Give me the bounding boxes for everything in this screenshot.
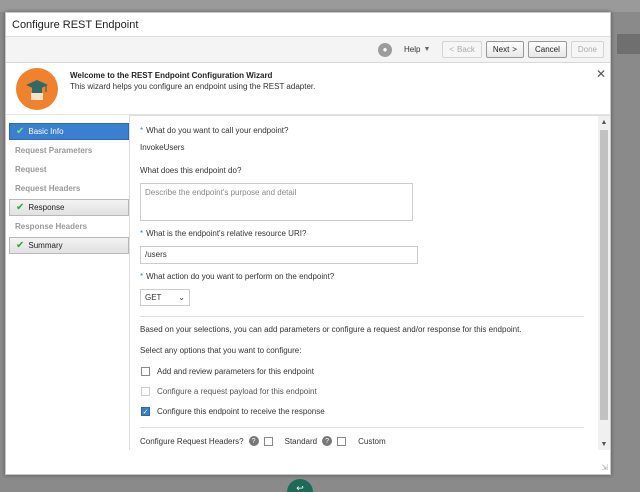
resource-uri-input[interactable]: /users: [140, 246, 418, 264]
nav-item-label: Request: [15, 165, 47, 174]
checkbox[interactable]: ✓: [141, 407, 150, 416]
option-configure-response[interactable]: ✓ Configure this endpoint to receive the…: [140, 407, 584, 416]
nav-item-label: Request Headers: [15, 184, 81, 193]
back-button[interactable]: < Back: [442, 41, 482, 58]
nav-item-label: Summary: [28, 241, 63, 250]
nav-item-request-headers: Request Headers: [9, 180, 129, 197]
request-headers-row: Configure Request Headers? ? Standard ? …: [140, 436, 584, 446]
done-button[interactable]: Done: [570, 41, 604, 58]
form-panel: * What do you want to call your endpoint?…: [129, 115, 610, 450]
nav-item-response[interactable]: ✔ Response: [9, 199, 129, 216]
nav-item-request: Request: [9, 161, 129, 178]
name-question-text: What do you want to call your endpoint?: [146, 126, 289, 135]
scroll-up-icon[interactable]: ▲: [598, 116, 610, 128]
dialog-titlebar: Configure REST Endpoint: [6, 13, 610, 37]
desc-question: What does this endpoint do?: [140, 166, 242, 175]
vertical-scrollbar[interactable]: ▲ ▼: [598, 116, 610, 450]
option-add-parameters[interactable]: Add and review parameters for this endpo…: [140, 367, 584, 376]
nav-item-summary[interactable]: ✔ Summary: [9, 237, 129, 254]
standard-checkbox[interactable]: [263, 436, 273, 446]
nav-item-label: Response: [28, 203, 65, 212]
select-options-text: Select any options that you want to conf…: [140, 346, 302, 355]
help-menu[interactable]: Help ▼: [404, 45, 430, 54]
action-question: * What action do you want to perform on t…: [140, 272, 584, 281]
option-label: Add and review parameters for this endpo…: [157, 367, 314, 376]
headers-label: Configure Request Headers?: [140, 436, 244, 446]
section-divider: [140, 316, 584, 317]
required-icon: *: [140, 272, 144, 281]
banner-subtext: This wizard helps you configure an endpo…: [70, 82, 316, 91]
required-icon: *: [140, 126, 144, 135]
graduate-icon: [16, 68, 58, 110]
wizard-body: ✔ Basic Info Request Parameters Request …: [6, 115, 610, 450]
name-question: * What do you want to call your endpoint?: [140, 126, 584, 135]
scroll-down-icon[interactable]: ▼: [598, 438, 610, 450]
question-icon[interactable]: ?: [248, 436, 259, 446]
chevron-left-icon: <: [449, 45, 455, 54]
banner-heading: Welcome to the REST Endpoint Configurati…: [70, 71, 273, 80]
back-button-label: Back: [457, 45, 475, 54]
nav-item-basic-info[interactable]: ✔ Basic Info: [9, 123, 129, 140]
nav-item-label: Response Headers: [15, 222, 88, 231]
chevron-right-icon: >: [512, 45, 517, 54]
section-divider: [140, 427, 584, 428]
next-button-label: Next: [492, 45, 510, 54]
configure-rest-endpoint-dialog: Configure REST Endpoint ● Help ▼ < Back …: [5, 12, 611, 475]
custom-label: Custom: [358, 436, 386, 446]
standard-label: Standard: [284, 436, 318, 446]
endpoint-name-value[interactable]: InvokeUsers: [140, 143, 584, 152]
nav-item-request-parameters: Request Parameters: [9, 142, 129, 159]
description-textarea[interactable]: Describe the endpoint's purpose and deta…: [140, 183, 413, 221]
option-label: Configure a request payload for this end…: [157, 387, 317, 396]
background-panel: [617, 34, 640, 54]
option-configure-request[interactable]: Configure a request payload for this end…: [140, 387, 584, 396]
wizard-nav: ✔ Basic Info Request Parameters Request …: [6, 115, 129, 450]
option-label: Configure this endpoint to receive the r…: [157, 407, 325, 416]
uri-question: * What is the endpoint's relative resourc…: [140, 229, 584, 238]
nav-item-response-headers: Response Headers: [9, 218, 129, 235]
wizard-banner: Welcome to the REST Endpoint Configurati…: [6, 63, 610, 115]
action-select[interactable]: GET ⌄: [140, 289, 190, 306]
user-help-icon[interactable]: ●: [377, 42, 392, 57]
scrollbar-thumb[interactable]: [600, 130, 608, 420]
chevron-down-icon: ⌄: [178, 293, 185, 302]
nav-item-label: Request Parameters: [15, 146, 93, 155]
return-icon[interactable]: ↩: [287, 479, 313, 492]
close-icon[interactable]: ✕: [596, 67, 606, 81]
required-icon: *: [140, 229, 144, 238]
action-question-text: What action do you want to perform on th…: [146, 272, 335, 281]
custom-checkbox[interactable]: [337, 436, 347, 446]
cancel-button[interactable]: Cancel: [527, 41, 567, 58]
info-text: Based on your selections, you can add pa…: [140, 325, 522, 334]
question-icon[interactable]: ?: [322, 436, 333, 446]
wizard-toolbar: ● Help ▼ < Back Next > Cancel Done: [6, 37, 610, 63]
help-menu-label: Help: [403, 45, 421, 54]
checkbox[interactable]: [141, 367, 150, 376]
page-background-strip: [0, 0, 640, 12]
check-icon: ✔: [16, 240, 25, 251]
check-icon: ✔: [16, 202, 25, 213]
dialog-title: Configure REST Endpoint: [12, 18, 139, 31]
action-select-value: GET: [145, 293, 162, 302]
caret-down-icon: ▼: [423, 46, 431, 53]
resize-handle-icon[interactable]: ⇲: [601, 463, 608, 472]
check-icon: ✔: [16, 126, 25, 137]
nav-item-label: Basic Info: [28, 127, 64, 136]
checkbox[interactable]: [141, 387, 150, 396]
next-button[interactable]: Next >: [485, 41, 524, 58]
uri-question-text: What is the endpoint's relative resource…: [146, 229, 307, 238]
